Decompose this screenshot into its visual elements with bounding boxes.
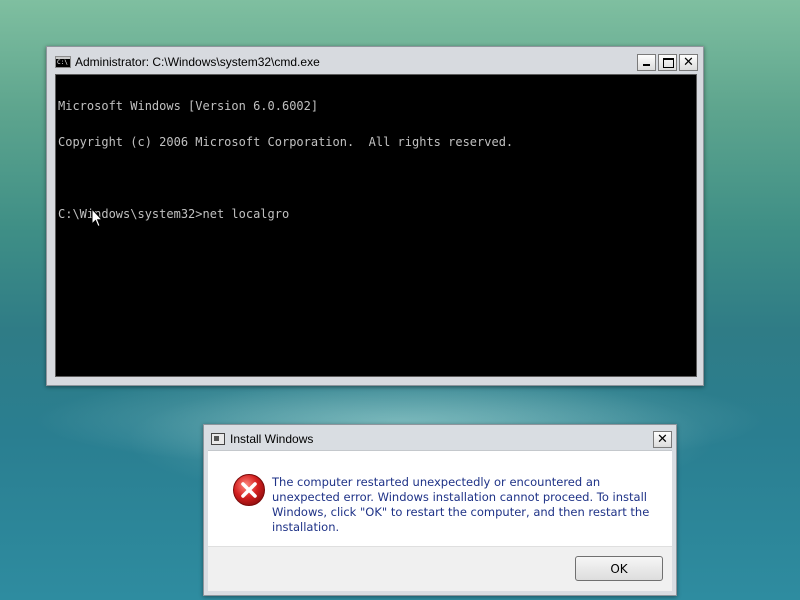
- cmd-window-title: Administrator: C:\Windows\system32\cmd.e…: [75, 55, 320, 69]
- console-line: Microsoft Windows [Version 6.0.6002]: [58, 99, 319, 113]
- close-icon: ✕: [657, 431, 668, 447]
- console-line: Copyright (c) 2006 Microsoft Corporation…: [58, 135, 514, 149]
- install-windows-dialog[interactable]: Install Windows ✕ The computer restarted…: [203, 424, 677, 596]
- window-controls: ✕: [637, 53, 698, 71]
- dialog-title: Install Windows: [230, 432, 314, 446]
- close-button[interactable]: ✕: [679, 53, 698, 71]
- dialog-body: The computer restarted unexpectedly or e…: [208, 450, 672, 546]
- console-prompt-line: C:\Windows\system32>net localgro: [58, 207, 290, 221]
- cmd-titlebar[interactable]: Administrator: C:\Windows\system32\cmd.e…: [51, 52, 699, 72]
- setup-app-icon: [211, 433, 225, 445]
- error-icon: [233, 474, 265, 506]
- console-output[interactable]: Microsoft Windows [Version 6.0.6002] Cop…: [55, 74, 697, 377]
- dialog-titlebar[interactable]: Install Windows ✕: [208, 429, 672, 449]
- maximize-button[interactable]: [658, 53, 677, 71]
- dialog-footer: OK: [208, 546, 672, 591]
- cmd-app-icon[interactable]: [55, 56, 71, 68]
- cmd-window[interactable]: Administrator: C:\Windows\system32\cmd.e…: [46, 46, 704, 386]
- ok-button[interactable]: OK: [575, 556, 663, 581]
- mouse-cursor-icon: [91, 208, 103, 228]
- close-icon: ✕: [683, 54, 694, 70]
- dialog-close-button[interactable]: ✕: [653, 430, 672, 448]
- error-message: The computer restarted unexpectedly or e…: [272, 475, 650, 534]
- minimize-button[interactable]: [637, 53, 656, 71]
